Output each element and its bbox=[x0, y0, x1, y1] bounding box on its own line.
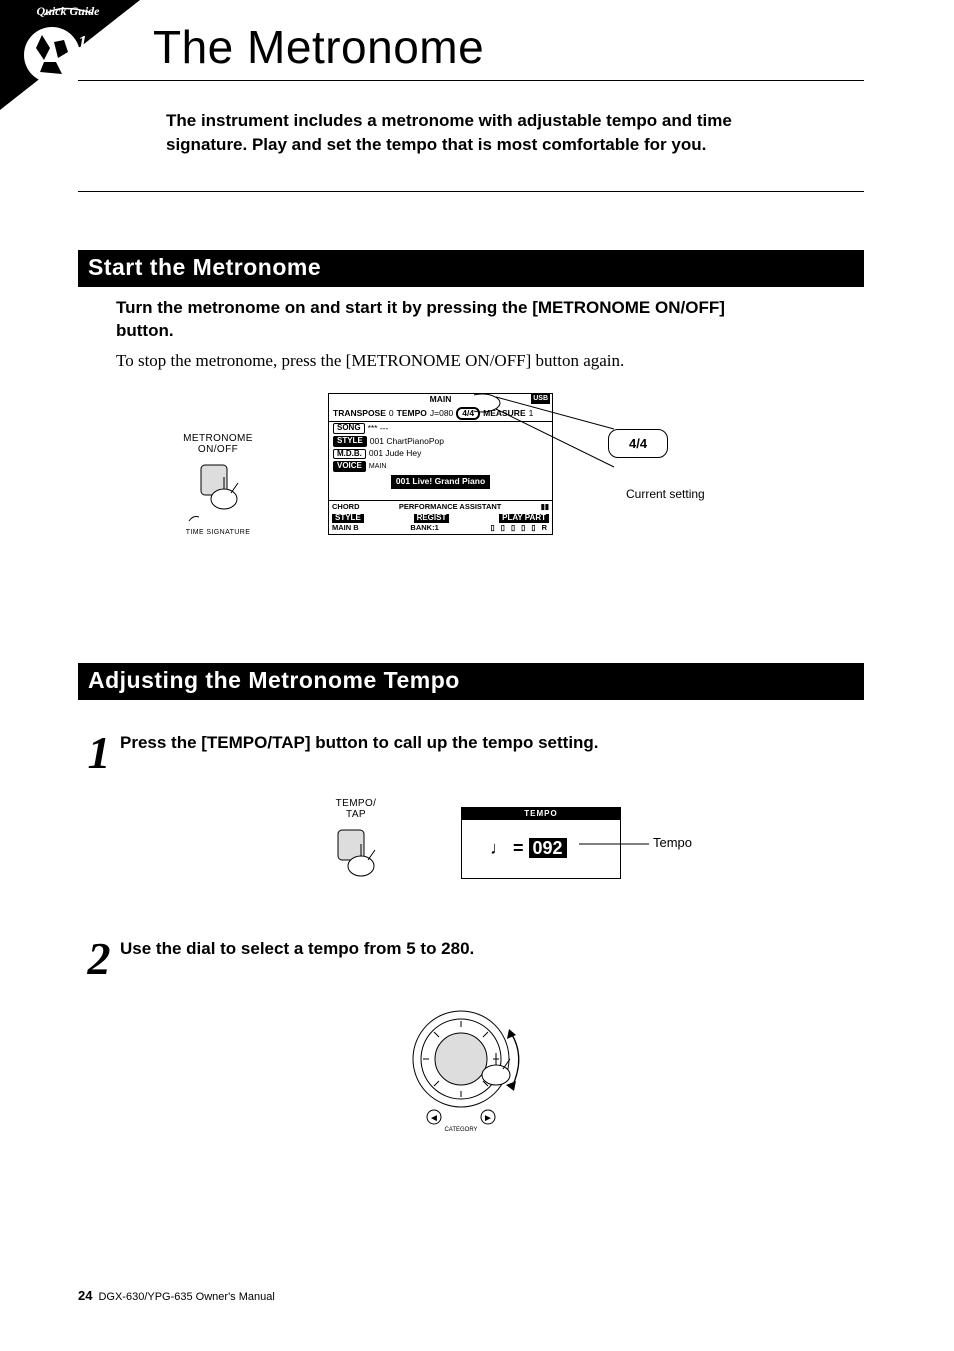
callout-timesig: 4/4 bbox=[608, 429, 668, 458]
callout-current-setting: Current setting bbox=[626, 487, 705, 501]
step1-text: Press the [TEMPO/TAP] button to call up … bbox=[120, 732, 599, 755]
page-title: The Metronome bbox=[153, 20, 864, 74]
step-number-1: 1 bbox=[78, 732, 120, 773]
svg-text:Quick Guide: Quick Guide bbox=[37, 4, 101, 18]
start-instruction-regular: To stop the metronome, press the [METRON… bbox=[116, 350, 756, 373]
start-instruction-bold: Turn the metronome on and start it by pr… bbox=[116, 297, 756, 343]
dial-diagram: ◄ ► CATEGORY bbox=[78, 999, 864, 1139]
metronome-button-diagram: METRONOME ON/OFF TIME SIGNATURE bbox=[173, 433, 263, 537]
step2-text: Use the dial to select a tempo from 5 to… bbox=[120, 938, 474, 961]
svg-text:◄: ◄ bbox=[429, 1113, 439, 1124]
svg-text:►: ► bbox=[483, 1113, 493, 1124]
section-heading-tempo: Adjusting the Metronome Tempo bbox=[78, 663, 864, 700]
intro-paragraph: The instrument includes a metronome with… bbox=[166, 109, 746, 157]
callout-connector bbox=[474, 389, 724, 499]
svg-text:1: 1 bbox=[78, 32, 87, 52]
tempo-callout-label: Tempo bbox=[653, 835, 692, 850]
section-heading-start: Start the Metronome bbox=[78, 250, 864, 287]
quick-guide-logo: Quick Guide 1 2 bbox=[0, 0, 140, 110]
svg-text:CATEGORY: CATEGORY bbox=[444, 1127, 477, 1133]
tempo-tap-button-diagram: TEMPO/ TAP bbox=[321, 798, 391, 888]
page-footer: 24DGX-630/YPG-635 Owner's Manual bbox=[78, 1288, 275, 1303]
svg-text:2: 2 bbox=[85, 78, 95, 98]
step-number-2: 2 bbox=[78, 938, 120, 979]
